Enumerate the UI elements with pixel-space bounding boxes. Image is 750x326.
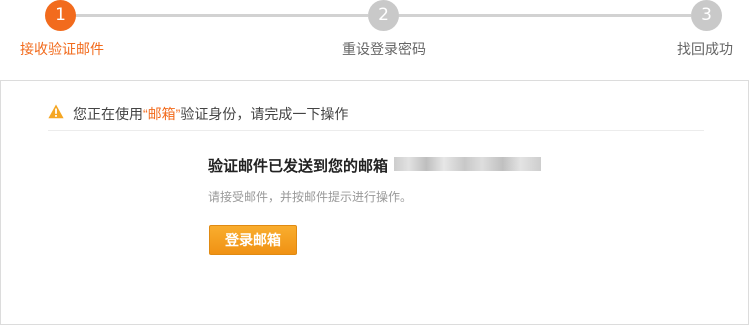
- step-connector-1-2: [62, 14, 368, 17]
- mail-sent-title: 验证邮件已发送到您的邮箱: [208, 158, 389, 175]
- step-2-label: 重设登录密码: [342, 41, 426, 57]
- warning-icon: [48, 104, 64, 119]
- step-2-circle: 2: [368, 0, 399, 31]
- verification-panel: 您正在使用“邮箱”验证身份，请完成一下操作 验证邮件已发送到您的邮箱 请接受邮件…: [0, 80, 749, 325]
- step-1-circle: 1: [45, 0, 76, 31]
- notice-suffix: 验证身份，请完成一下操作: [180, 106, 349, 122]
- notice-highlight: “邮箱”: [143, 106, 181, 122]
- verification-notice: 您正在使用“邮箱”验证身份，请完成一下操作: [48, 101, 704, 131]
- login-mailbox-button[interactable]: 登录邮箱: [209, 225, 297, 255]
- step-3-label: 找回成功: [677, 41, 733, 57]
- notice-text: 您正在使用“邮箱”验证身份，请完成一下操作: [73, 104, 348, 124]
- masked-email-address: [394, 157, 541, 171]
- mail-hint: 请接受邮件，并按邮件提示进行操作。: [208, 190, 413, 204]
- step-connector-2-3: [398, 14, 691, 17]
- step-3-circle: 3: [691, 0, 722, 31]
- progress-steps: 1 2 3 接收验证邮件 重设登录密码 找回成功: [0, 0, 750, 80]
- notice-prefix: 您正在使用: [73, 106, 143, 122]
- step-1-label: 接收验证邮件: [20, 41, 104, 57]
